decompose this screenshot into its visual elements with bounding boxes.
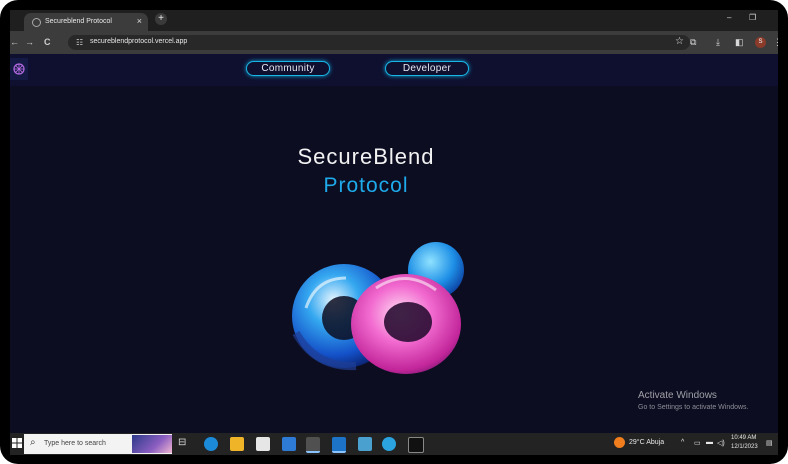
tab-title: Secureblend Protocol	[45, 18, 112, 25]
activate-windows-subtitle: Go to Settings to activate Windows.	[638, 404, 749, 411]
address-bar[interactable]: ☷ secureblendprotocol.vercel.app ☆	[68, 35, 690, 50]
extensions-icon[interactable]: ⧉	[690, 37, 696, 48]
battery-icon[interactable]: ▬	[706, 439, 713, 446]
site-info-icon[interactable]: ☷	[76, 38, 83, 47]
community-button[interactable]: Community	[246, 61, 330, 76]
site-logo[interactable]	[10, 58, 28, 80]
menu-icon[interactable]: ⋮	[773, 37, 782, 48]
app-icon[interactable]	[358, 437, 372, 451]
browser-tab-strip: Secureblend Protocol × + – ❐	[10, 10, 778, 31]
network-icon[interactable]: ▭	[694, 439, 701, 447]
telegram-icon[interactable]	[382, 437, 396, 451]
taskbar-search-box[interactable]: ⌕ Type here to search	[24, 434, 172, 454]
windows-start-icon[interactable]	[12, 438, 22, 448]
bookmark-star-icon[interactable]: ☆	[675, 36, 684, 47]
url-text: secureblendprotocol.vercel.app	[90, 38, 188, 45]
notifications-icon[interactable]: ▤	[766, 439, 773, 447]
tab-close-icon[interactable]: ×	[137, 16, 142, 26]
reload-icon[interactable]: C	[44, 37, 51, 47]
search-icon: ⌕	[30, 437, 36, 448]
search-highlight-image	[132, 435, 172, 453]
vscode-icon[interactable]	[332, 437, 346, 453]
developer-button[interactable]: Developer	[385, 61, 469, 76]
globe-icon	[32, 18, 41, 27]
logo-icon	[13, 63, 25, 75]
hero-title: SecureBlend	[297, 144, 435, 169]
back-icon[interactable]: ←	[10, 37, 19, 47]
site-navbar: Community Developer	[10, 54, 778, 86]
store-icon[interactable]	[256, 437, 270, 451]
chrome-icon[interactable]	[306, 437, 320, 453]
weather-icon[interactable]	[614, 437, 625, 448]
forward-icon[interactable]: →	[25, 37, 34, 47]
mail-icon[interactable]	[282, 437, 296, 451]
weather-text[interactable]: 29°C Abuja	[629, 439, 664, 446]
file-explorer-icon[interactable]	[230, 437, 244, 451]
hero-subtitle: Protocol	[323, 174, 409, 197]
volume-icon[interactable]: ◁)	[717, 439, 725, 447]
clock-time[interactable]: 10:49 AM	[731, 435, 756, 441]
terminal-icon[interactable]	[408, 437, 424, 453]
show-hidden-icons-icon[interactable]: ^	[681, 439, 684, 446]
windows-taskbar: ⌕ Type here to search ⊟ 29°C Abuja ^ ▭ ▬…	[10, 433, 778, 455]
restore-icon[interactable]: ❐	[749, 13, 756, 22]
side-panel-icon[interactable]: ◧	[735, 37, 744, 48]
search-placeholder: Type here to search	[44, 440, 106, 447]
download-icon[interactable]: ⤓	[716, 37, 720, 48]
new-tab-button[interactable]: +	[155, 13, 167, 25]
screen-frame: Secureblend Protocol × + – ❐ ← → C ☷ sec…	[0, 0, 788, 464]
profile-avatar[interactable]: S	[755, 37, 766, 48]
clock-date[interactable]: 12/1/2023	[731, 444, 758, 450]
task-view-icon[interactable]: ⊟	[178, 437, 192, 451]
minimize-icon[interactable]: –	[727, 13, 731, 22]
activate-windows-title: Activate Windows	[638, 390, 717, 401]
edge-icon[interactable]	[204, 437, 218, 451]
browser-toolbar: ← → C ☷ secureblendprotocol.vercel.app ☆…	[10, 31, 782, 54]
web-page: Community Developer SecureBlend Protocol	[10, 54, 778, 433]
interlocked-rings-graphic	[292, 242, 464, 374]
browser-tab[interactable]: Secureblend Protocol ×	[24, 13, 148, 31]
